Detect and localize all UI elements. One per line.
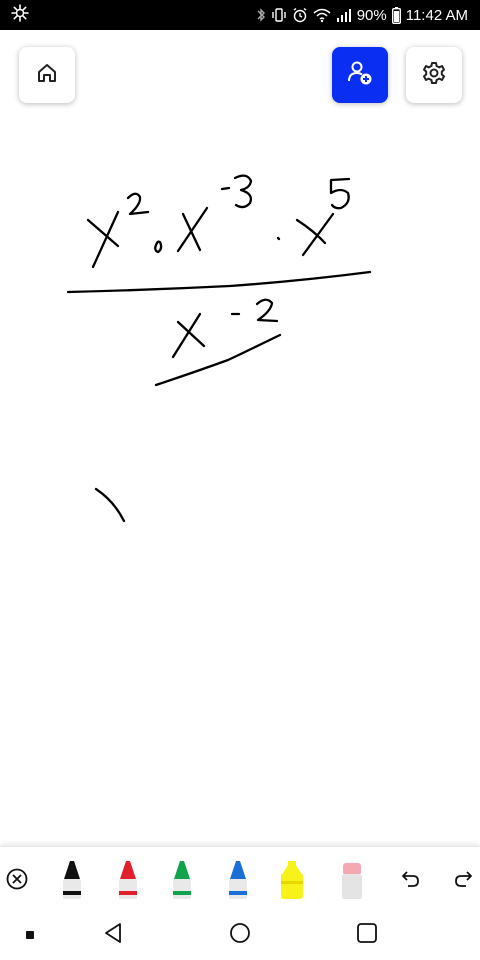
navigation-bar [0, 910, 480, 960]
undo-button[interactable] [396, 847, 424, 911]
bluetooth-icon [256, 7, 266, 23]
undo-icon [399, 868, 421, 890]
battery-icon [391, 6, 401, 24]
vibrate-icon [271, 7, 287, 23]
black-marker-button[interactable] [58, 847, 86, 911]
eraser-button[interactable] [338, 847, 366, 911]
green-marker-button[interactable] [168, 847, 196, 911]
close-toolbar-button[interactable] [4, 847, 30, 911]
back-button[interactable] [96, 910, 130, 960]
highlighter-icon [281, 861, 303, 899]
blue-marker-button[interactable] [224, 847, 252, 911]
redo-icon [453, 868, 475, 890]
red-marker-button[interactable] [114, 847, 142, 911]
home-circle-icon [229, 922, 251, 949]
recents-dot-button[interactable] [20, 910, 40, 960]
overview-button[interactable] [350, 910, 384, 960]
eraser-icon [342, 863, 362, 899]
alarm-icon [292, 7, 308, 23]
stroke [301, 212, 335, 257]
pen-toolbar [0, 846, 480, 910]
stroke [276, 236, 281, 241]
stroke [233, 174, 253, 209]
stroke [329, 177, 351, 210]
stroke [94, 487, 126, 523]
close-circle-icon [6, 868, 28, 890]
handwriting-layer [66, 174, 372, 523]
recents-dot-icon [26, 926, 34, 944]
app-notification-icon [10, 3, 30, 27]
highlighter-button[interactable] [278, 847, 306, 911]
system-home-button[interactable] [222, 910, 258, 960]
green-marker-icon [173, 861, 191, 899]
blue-marker-icon [229, 861, 247, 899]
stroke [154, 240, 163, 254]
black-marker-icon [63, 861, 81, 899]
redo-button[interactable] [450, 847, 478, 911]
whiteboard-canvas[interactable] [0, 30, 480, 846]
stroke [126, 192, 150, 216]
status-bar: 90% 11:42 AM [0, 0, 480, 30]
clock: 11:42 AM [405, 6, 468, 24]
stroke [220, 186, 231, 191]
stroke [91, 210, 120, 269]
battery-percent: 90% [356, 6, 387, 24]
stroke [255, 298, 279, 323]
back-icon [103, 922, 123, 949]
stroke [171, 312, 202, 359]
red-marker-icon [119, 861, 137, 899]
signal-icon [336, 7, 352, 23]
wifi-icon [313, 7, 331, 23]
stroke [66, 270, 372, 294]
stroke [154, 333, 282, 387]
overview-square-icon [356, 922, 378, 949]
